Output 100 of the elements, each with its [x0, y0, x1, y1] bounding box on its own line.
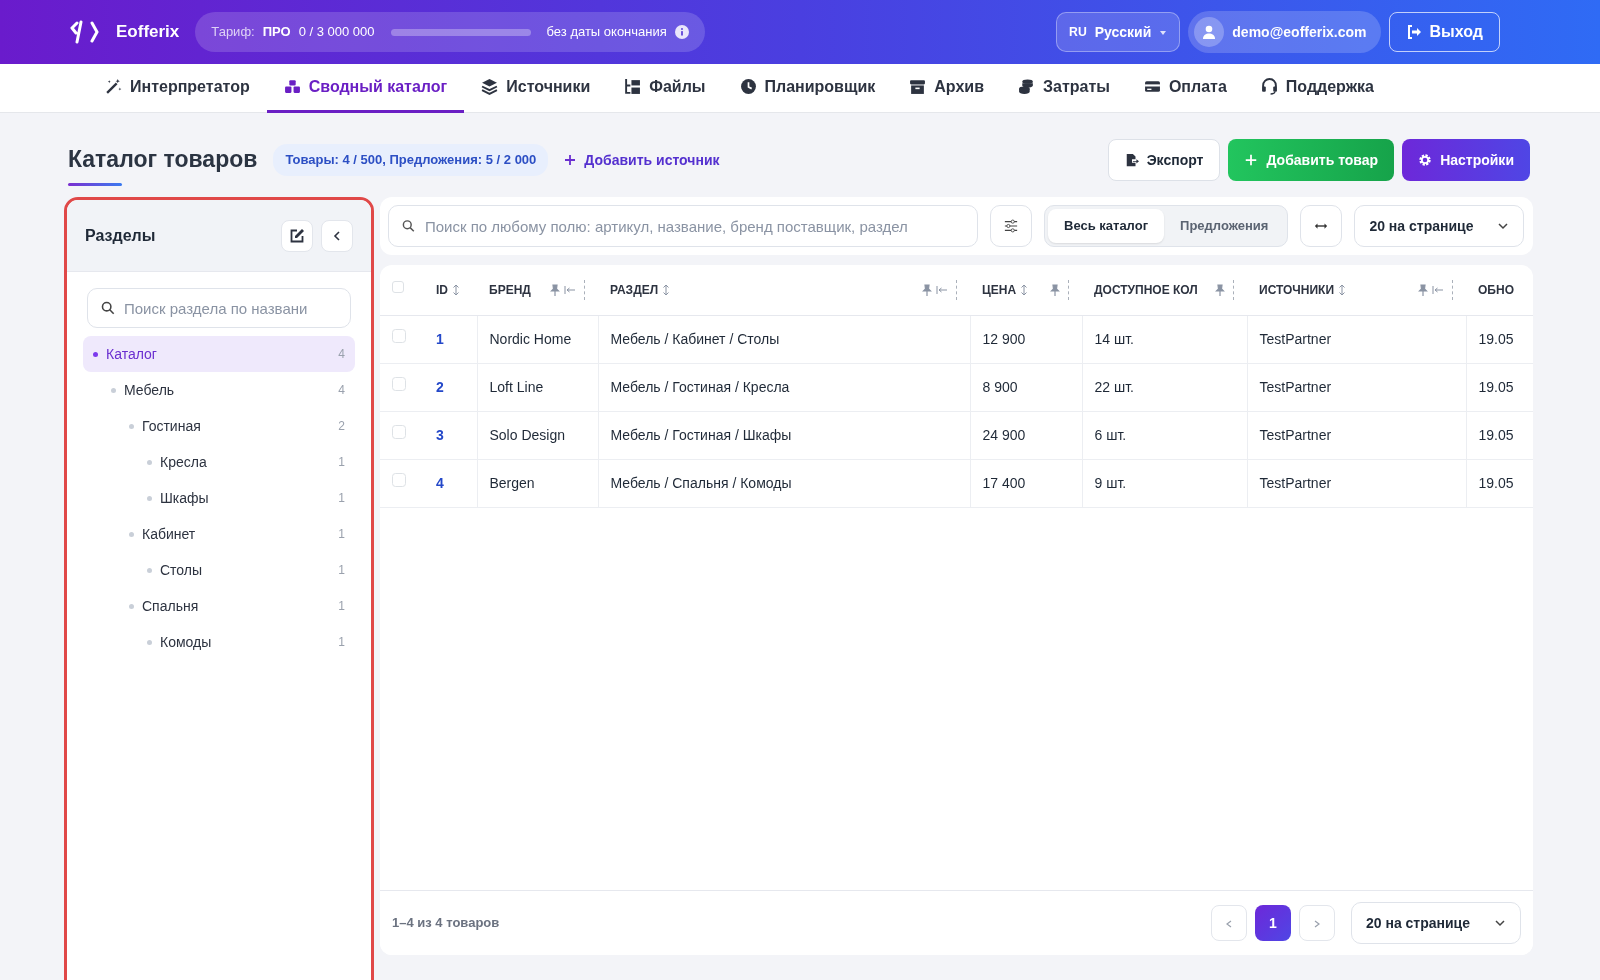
pin-icon	[550, 283, 560, 296]
edit-button[interactable]	[281, 219, 313, 252]
page-title: Каталог товаров	[68, 145, 258, 175]
id-link[interactable]: 4	[436, 474, 444, 491]
column-header[interactable]: ИСТОЧНИКИ	[1247, 265, 1466, 315]
file-export-icon	[1124, 153, 1139, 167]
table-cell: Bergen	[477, 459, 598, 507]
tree-item[interactable]: Кабинет 1	[83, 516, 355, 552]
collapse-button[interactable]	[321, 219, 353, 252]
section-search-field[interactable]: Поиск раздела по названи	[87, 288, 351, 328]
add-source-link[interactable]: Добавить источник	[564, 149, 720, 171]
column-header[interactable]: РАЗДЕЛ	[598, 265, 970, 315]
id-link[interactable]: 1	[436, 330, 444, 347]
row-checkbox[interactable]	[392, 328, 406, 343]
gear-icon	[1418, 153, 1433, 167]
nav-tab[interactable]: Затраты	[1001, 63, 1127, 113]
table-cell: TestPartner	[1247, 363, 1466, 411]
search-icon	[101, 301, 115, 315]
select-all-checkbox[interactable]	[392, 280, 404, 293]
row-checkbox[interactable]	[392, 424, 406, 439]
nav-tab[interactable]: Оплата	[1126, 63, 1244, 113]
logout-icon	[1405, 24, 1422, 40]
export-button[interactable]: Экспорт	[1107, 139, 1221, 181]
title-underline	[68, 182, 122, 186]
nav-tab[interactable]: Источники	[464, 63, 608, 113]
nav-tab[interactable]: Планировщик	[722, 63, 893, 113]
archive-icon	[909, 78, 927, 95]
view-tab[interactable]: Предложения	[1164, 209, 1285, 243]
user-menu[interactable]: demo@eofferix.com	[1188, 11, 1381, 53]
width-toggle-button[interactable]	[1300, 205, 1343, 247]
view-tab[interactable]: Весь каталог	[1048, 209, 1165, 243]
column-header[interactable]: БРЕНД	[477, 265, 598, 315]
nav-tab[interactable]: Файлы	[607, 63, 723, 113]
user-email: demo@eofferix.com	[1232, 22, 1367, 42]
tree-item[interactable]: Шкафы 1	[83, 480, 355, 516]
per-page-select[interactable]: 20 на странице	[1354, 205, 1525, 247]
table-cell: 19.05	[1466, 363, 1533, 411]
nav-tab[interactable]: Интерпретатор	[88, 63, 267, 113]
nav-tab[interactable]: Сводный каталог	[266, 63, 465, 113]
table-cell: Мебель / Гостиная / Шкафы	[598, 411, 970, 459]
plan-name: ПРО	[262, 23, 291, 42]
collapse-icon	[564, 284, 576, 295]
table-cell: 24 900	[970, 411, 1082, 459]
table-cell: 19.05	[1466, 315, 1533, 363]
table-cell: TestPartner	[1247, 315, 1466, 363]
logo-text: Eofferix	[116, 21, 180, 44]
tree-item[interactable]: Кресла 1	[83, 444, 355, 480]
tree-item[interactable]: Каталог 4	[83, 336, 355, 372]
id-link[interactable]: 2	[436, 378, 444, 395]
table-cell: Nordic Home	[477, 315, 598, 363]
folder-tree-icon	[624, 78, 642, 95]
caret-icon	[1159, 28, 1168, 36]
column-header[interactable]: ЦЕНА	[970, 265, 1082, 315]
page-button[interactable]: 1	[1254, 905, 1291, 941]
usage-text: 0 / 3 000 000	[298, 23, 375, 42]
sort-icon	[452, 283, 460, 296]
table-cell: 8 900	[970, 363, 1082, 411]
nav-tab[interactable]: Поддержка	[1243, 63, 1391, 113]
filter-button[interactable]	[990, 205, 1032, 247]
layers-icon	[481, 78, 499, 95]
chevron-down-icon	[1494, 917, 1506, 929]
settings-button[interactable]: Настройки	[1402, 139, 1530, 181]
stats-badge: Товары: 4 / 500, Предложения: 5 / 2 000	[273, 144, 549, 176]
plus-icon	[564, 154, 577, 166]
table-cell: 14 шт.	[1082, 315, 1247, 363]
table-cell: Loft Line	[477, 363, 598, 411]
pin-icon	[922, 283, 932, 296]
edit-icon	[289, 227, 305, 244]
table-cell: 6 шт.	[1082, 411, 1247, 459]
credit-card-icon	[1143, 78, 1161, 95]
per-page-select[interactable]: 20 на странице	[1350, 902, 1521, 944]
logout-button[interactable]: Выход	[1388, 12, 1500, 52]
tree-item[interactable]: Спальня 1	[83, 588, 355, 624]
tree-item[interactable]: Мебель 4	[83, 372, 355, 408]
row-checkbox[interactable]	[392, 472, 406, 487]
id-link[interactable]: 3	[436, 426, 444, 443]
row-checkbox[interactable]	[392, 376, 406, 391]
plus-icon	[1244, 153, 1259, 167]
search-field[interactable]: Поиск по любому полю: артикул, название, бренд поставщик, раздел	[388, 205, 978, 247]
table-cell: 19.05	[1466, 459, 1533, 507]
tree-item[interactable]: Комоды 1	[83, 624, 355, 660]
coins-icon	[1018, 78, 1035, 95]
chevron-left-icon	[1224, 919, 1233, 928]
collapse-icon	[936, 284, 948, 295]
plan-label: Тариф:	[211, 23, 255, 42]
table-cell: Мебель / Кабинет / Столы	[598, 315, 970, 363]
previous-page-button[interactable]	[1210, 905, 1247, 941]
table-cell: 12 900	[970, 315, 1082, 363]
next-page-button[interactable]	[1298, 905, 1335, 941]
tree-item[interactable]: Гостиная 2	[83, 408, 355, 444]
sidebar-title: Разделы	[85, 225, 157, 246]
table-cell: TestPartner	[1247, 459, 1466, 507]
language-select[interactable]: RU Русский	[1056, 12, 1181, 52]
chevron-left-icon	[331, 229, 343, 242]
tree-item[interactable]: Столы 1	[83, 552, 355, 588]
nav-tab[interactable]: Архив	[892, 63, 1001, 113]
table-cell: 17 400	[970, 459, 1082, 507]
column-header[interactable]: ДОСТУПНОЕ КОЛ	[1082, 265, 1247, 315]
column-header[interactable]: ОБНО	[1466, 265, 1533, 315]
column-header[interactable]: ID	[424, 265, 477, 315]
